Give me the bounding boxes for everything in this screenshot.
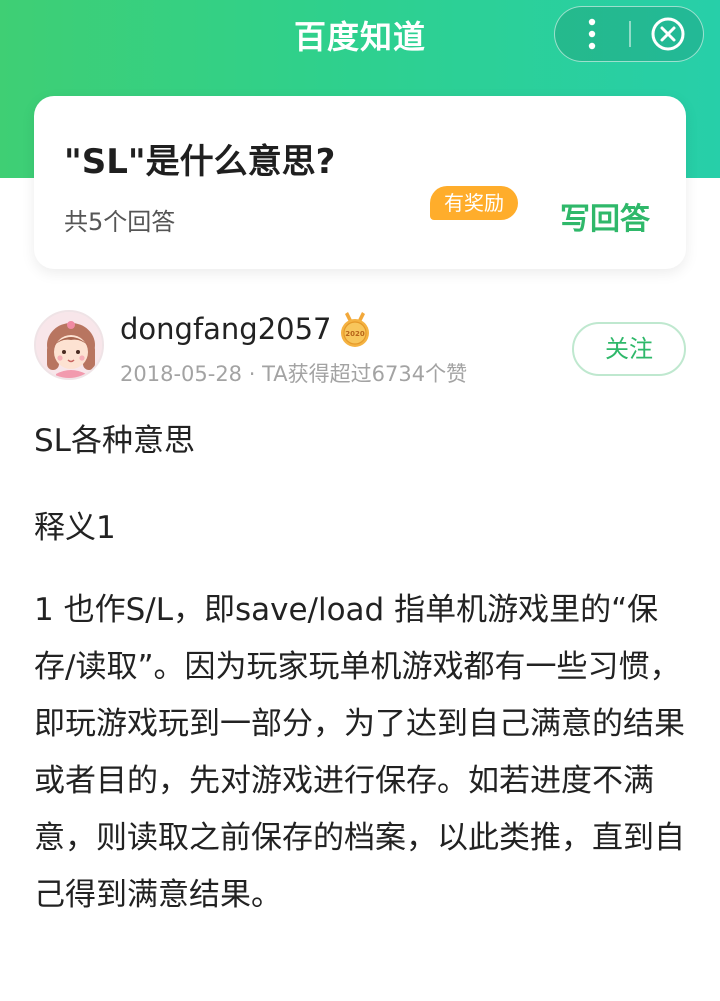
answer-paragraph: 1 也作S/L，即save/load 指单机游戏里的“保存/读取”。因为玩家玩单… [34,592,685,913]
answer-paragraph: SL各种意思 [34,423,195,459]
close-circle-icon [651,17,685,50]
answer-count: 共5个回答 [64,208,176,236]
medal-text: 2020 [345,330,365,338]
cartoon-girl-avatar-icon [36,312,102,378]
more-vertical-icon [588,18,596,49]
medal-2020-icon: 2020 [341,312,369,347]
answer-meta: 2018-05-28 · TA获得超过6734个赞 [120,362,468,386]
question-card: "SL"是什么意思? 共5个回答 有奖励 写回答 [34,96,686,269]
page: 百度知道 "SL"是什么意思? 共5个回答 有奖励 写回答 dongfang20… [0,0,720,1001]
avatar[interactable] [34,310,104,380]
more-button[interactable] [555,7,629,60]
write-answer-button[interactable]: 写回答 [560,194,650,238]
question-title: "SL"是什么意思? [64,142,336,182]
reward-badge: 有奖励 [430,186,518,220]
answer-paragraph: 释义1 [34,510,116,546]
follow-button[interactable]: 关注 [572,322,686,376]
username[interactable]: dongfang2057 [120,312,332,346]
mini-program-capsule [554,6,704,62]
close-button[interactable] [631,7,705,60]
